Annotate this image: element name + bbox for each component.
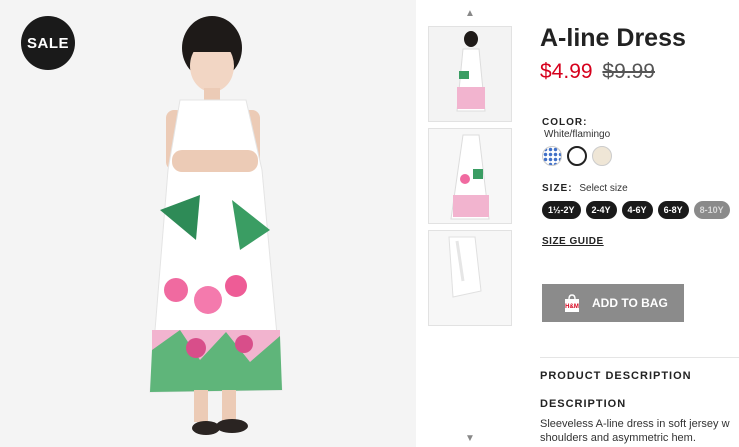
size-label: SIZE: [542, 183, 573, 194]
color-swatch-blue-dots[interactable] [542, 146, 562, 166]
size-options: 1½-2Y 2-4Y 4-6Y 6-8Y 8-10Y [542, 201, 730, 219]
description-line-2: shoulders and asymmetric hem. [540, 432, 696, 444]
add-to-bag-label: ADD TO BAG [592, 296, 668, 310]
product-details: A-line Dress $4.99 $9.99 COLOR: White/fl… [540, 0, 739, 447]
thumbnail-strip: ▲ ▼ [426, 0, 514, 447]
size-option-6-8y[interactable]: 6-8Y [657, 201, 689, 219]
size-option-1-5-2y[interactable]: 1½-2Y [542, 201, 581, 219]
product-description-heading[interactable]: PRODUCT DESCRIPTION [540, 370, 692, 382]
price-row: $4.99 $9.99 [540, 60, 655, 84]
size-option-4-6y[interactable]: 4-6Y [621, 201, 653, 219]
thumbnail-3[interactable] [428, 230, 512, 326]
thumbnail-2-image [429, 129, 511, 223]
section-divider [540, 357, 739, 358]
size-guide-link[interactable]: SIZE GUIDE [542, 236, 604, 247]
color-label: COLOR: [542, 117, 588, 128]
color-swatches [542, 146, 612, 168]
sale-price: $4.99 [540, 60, 593, 83]
thumbnail-1-image [429, 27, 511, 121]
thumbnail-2[interactable] [428, 128, 512, 224]
color-swatch-beige[interactable] [592, 146, 612, 166]
thumbnail-1[interactable] [428, 26, 512, 122]
description-text: Sleeveless A-line dress in soft jersey w… [540, 417, 739, 445]
size-option-8-10y: 8-10Y [693, 201, 730, 219]
color-value: White/flamingo [544, 129, 611, 140]
main-product-image[interactable]: SALE [0, 0, 416, 447]
color-swatch-white-flamingo[interactable] [567, 146, 587, 166]
product-title: A-line Dress [540, 24, 686, 52]
size-row: SIZE: Select size [542, 183, 628, 194]
product-photo [0, 0, 416, 447]
original-price: $9.99 [602, 60, 655, 83]
shopping-bag-icon: H&M [565, 294, 579, 312]
size-option-2-4y[interactable]: 2-4Y [585, 201, 617, 219]
sale-badge: SALE [21, 16, 75, 70]
size-hint: Select size [579, 183, 628, 194]
chevron-down-icon[interactable]: ▼ [426, 431, 514, 447]
description-line-1: Sleeveless A-line dress in soft jersey w [540, 418, 730, 430]
thumbnail-3-image [429, 231, 511, 325]
svg-text:H&M: H&M [565, 304, 579, 310]
add-to-bag-button[interactable]: H&M ADD TO BAG [542, 284, 684, 322]
chevron-up-icon[interactable]: ▲ [426, 6, 514, 22]
description-heading: DESCRIPTION [540, 398, 627, 410]
